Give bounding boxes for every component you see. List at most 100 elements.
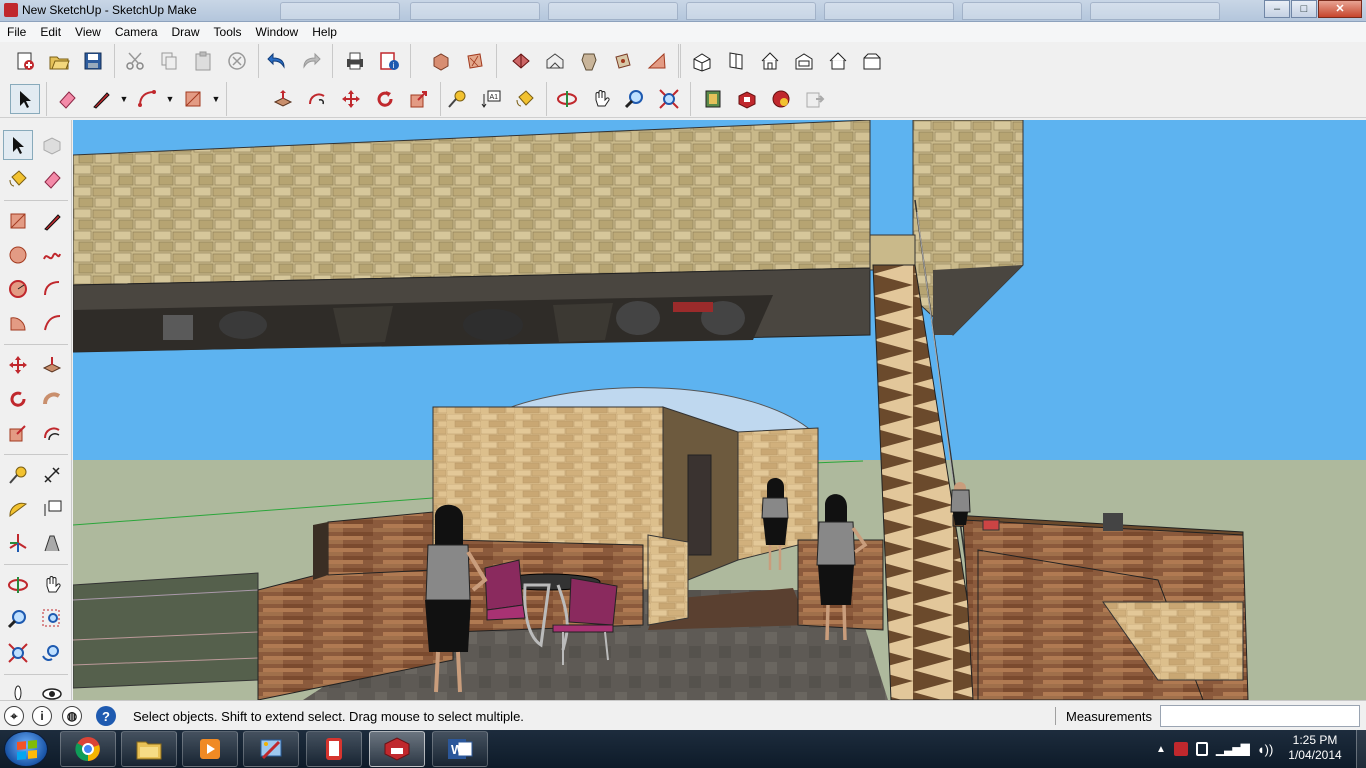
hidden-line-icon[interactable] bbox=[540, 46, 570, 76]
menu-help[interactable]: Help bbox=[305, 25, 344, 39]
follow-me-icon[interactable] bbox=[302, 84, 332, 114]
instructor-help-icon[interactable]: ? bbox=[96, 706, 116, 726]
offset-icon[interactable] bbox=[37, 418, 67, 448]
rectangle-icon[interactable] bbox=[178, 84, 208, 114]
eraser-icon[interactable] bbox=[52, 84, 82, 114]
move-icon[interactable] bbox=[3, 350, 33, 380]
zoom-window-icon[interactable] bbox=[37, 604, 67, 634]
text-icon[interactable]: A1 bbox=[476, 84, 506, 114]
back-view-icon[interactable] bbox=[823, 46, 853, 76]
xray-icon[interactable] bbox=[426, 46, 456, 76]
word-icon[interactable]: W bbox=[432, 731, 488, 767]
right-view-icon[interactable] bbox=[789, 46, 819, 76]
extension-warehouse-icon[interactable] bbox=[732, 84, 762, 114]
layout-icon[interactable] bbox=[766, 84, 796, 114]
close-button[interactable]: ✕ bbox=[1318, 0, 1362, 18]
sketchup-icon[interactable] bbox=[369, 731, 425, 767]
model-info-icon[interactable]: i bbox=[374, 46, 404, 76]
tape-measure-icon[interactable] bbox=[3, 460, 33, 490]
paint-bucket-icon[interactable] bbox=[3, 164, 33, 194]
phone-app-icon[interactable] bbox=[306, 731, 362, 767]
circle-icon[interactable] bbox=[3, 240, 33, 270]
wireframe-icon[interactable] bbox=[506, 46, 536, 76]
zoom-icon[interactable] bbox=[3, 604, 33, 634]
print-icon[interactable] bbox=[340, 46, 370, 76]
shaded-icon[interactable] bbox=[574, 46, 604, 76]
move-icon[interactable] bbox=[336, 84, 366, 114]
three-point-arc-icon[interactable] bbox=[37, 308, 67, 338]
menu-draw[interactable]: Draw bbox=[165, 25, 207, 39]
volume-icon[interactable]: ◖)) bbox=[1257, 742, 1274, 757]
menu-view[interactable]: View bbox=[68, 25, 108, 39]
left-view-icon[interactable] bbox=[857, 46, 887, 76]
system-clock[interactable]: 1:25 PM 1/04/2014 bbox=[1280, 733, 1350, 763]
chrome-icon[interactable] bbox=[60, 731, 116, 767]
pan-icon[interactable] bbox=[37, 570, 67, 600]
menu-window[interactable]: Window bbox=[249, 25, 306, 39]
arc-icon[interactable] bbox=[132, 84, 162, 114]
follow-me-icon[interactable] bbox=[37, 384, 67, 414]
save-icon[interactable] bbox=[78, 46, 108, 76]
file-explorer-icon[interactable] bbox=[121, 731, 177, 767]
undo-icon[interactable] bbox=[262, 46, 292, 76]
rectangle-icon[interactable] bbox=[3, 206, 33, 236]
new-icon[interactable] bbox=[10, 46, 40, 76]
scene-canvas[interactable] bbox=[73, 120, 1366, 700]
orbit-icon[interactable] bbox=[3, 570, 33, 600]
minimize-button[interactable]: – bbox=[1264, 0, 1290, 18]
show-desktop-button[interactable] bbox=[1356, 730, 1366, 768]
back-edges-icon[interactable] bbox=[460, 46, 490, 76]
eraser-icon[interactable] bbox=[37, 164, 67, 194]
select-icon[interactable] bbox=[10, 84, 40, 114]
orbit-icon[interactable] bbox=[552, 84, 582, 114]
rectangle-dropdown-icon[interactable]: ▼ bbox=[210, 84, 222, 114]
network-signal-icon[interactable]: ▁▃▅▇ bbox=[1216, 742, 1250, 756]
menu-camera[interactable]: Camera bbox=[108, 25, 165, 39]
dimension-icon[interactable] bbox=[37, 460, 67, 490]
axes-icon[interactable] bbox=[3, 528, 33, 558]
rotate-icon[interactable] bbox=[370, 84, 400, 114]
credits-icon[interactable]: i bbox=[32, 706, 52, 726]
start-button[interactable] bbox=[4, 731, 48, 767]
pie-icon[interactable] bbox=[3, 308, 33, 338]
arc-icon[interactable] bbox=[37, 274, 67, 304]
line-icon[interactable] bbox=[37, 206, 67, 236]
zoom-icon[interactable] bbox=[620, 84, 650, 114]
maximize-button[interactable]: □ bbox=[1291, 0, 1317, 18]
zoom-extents-icon[interactable] bbox=[3, 638, 33, 668]
tape-measure-icon[interactable] bbox=[442, 84, 472, 114]
line-icon[interactable] bbox=[86, 84, 116, 114]
action-center-icon[interactable] bbox=[1195, 742, 1208, 756]
geo-location-icon[interactable]: ⌖ bbox=[4, 706, 24, 726]
3d-warehouse-icon[interactable] bbox=[698, 84, 728, 114]
model-viewport[interactable] bbox=[73, 120, 1366, 700]
protractor-icon[interactable] bbox=[3, 494, 33, 524]
menu-file[interactable]: File bbox=[0, 25, 33, 39]
copy-icon[interactable] bbox=[154, 46, 184, 76]
user-account-icon[interactable]: ◍ bbox=[62, 706, 82, 726]
scale-icon[interactable] bbox=[404, 84, 434, 114]
freehand-icon[interactable] bbox=[37, 240, 67, 270]
monochrome-icon[interactable] bbox=[642, 46, 672, 76]
top-view-icon[interactable] bbox=[721, 46, 751, 76]
make-component-icon[interactable] bbox=[37, 130, 67, 160]
menu-edit[interactable]: Edit bbox=[33, 25, 68, 39]
cut-icon[interactable] bbox=[120, 46, 150, 76]
rotate-icon[interactable] bbox=[3, 384, 33, 414]
paint-icon[interactable] bbox=[243, 731, 299, 767]
polygon-icon[interactable] bbox=[3, 274, 33, 304]
send-to-layout-icon[interactable] bbox=[800, 84, 830, 114]
erase-icon[interactable] bbox=[222, 46, 252, 76]
paint-bucket-icon[interactable] bbox=[510, 84, 540, 114]
front-view-icon[interactable] bbox=[755, 46, 785, 76]
scale-icon[interactable] bbox=[3, 418, 33, 448]
push-pull-icon[interactable] bbox=[37, 350, 67, 380]
text-icon[interactable] bbox=[37, 494, 67, 524]
shaded-textures-icon[interactable] bbox=[608, 46, 638, 76]
measurements-input[interactable] bbox=[1160, 705, 1360, 727]
arc-dropdown-icon[interactable]: ▼ bbox=[164, 84, 176, 114]
redo-icon[interactable] bbox=[296, 46, 326, 76]
paste-icon[interactable] bbox=[188, 46, 218, 76]
iso-view-icon[interactable] bbox=[687, 46, 717, 76]
push-pull-icon[interactable] bbox=[268, 84, 298, 114]
